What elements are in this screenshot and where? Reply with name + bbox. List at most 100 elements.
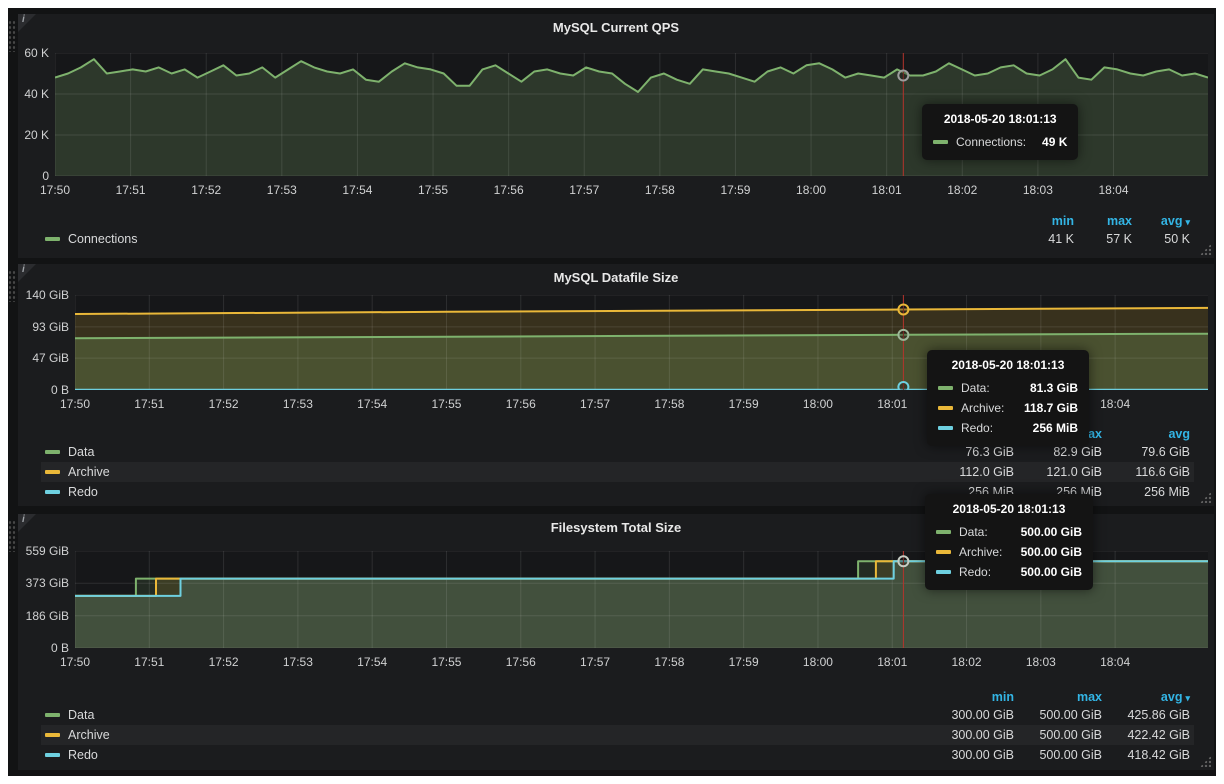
panel-resize-handle[interactable] xyxy=(1200,244,1211,255)
legend-stat-header-avg[interactable]: avg▾ xyxy=(1132,214,1190,228)
panel-drag-handle[interactable] xyxy=(8,520,17,552)
legend-series-label: Data xyxy=(68,445,94,459)
legend-stat-min: 300.00 GiB xyxy=(926,708,1014,722)
x-axis-label: 17:54 xyxy=(333,183,381,197)
y-axis-label: 40 K xyxy=(0,87,49,101)
chart-tooltip: 2018-05-20 18:01:13 Connections:49 K xyxy=(922,104,1078,160)
legend: minmaxavg▾Connections41 K57 K50 K xyxy=(41,212,1194,249)
x-axis-label: 17:51 xyxy=(125,655,173,669)
x-axis-label: 17:56 xyxy=(485,183,533,197)
tooltip-series-name: Archive: xyxy=(959,545,1002,559)
tooltip-series-name: Redo: xyxy=(959,565,991,579)
tooltip-series-color xyxy=(938,386,953,390)
y-axis-label: 559 GiB xyxy=(17,544,69,558)
x-axis-label: 17:57 xyxy=(560,183,608,197)
x-axis-label: 18:02 xyxy=(943,655,991,669)
chart-tooltip: 2018-05-20 18:01:13 Data:81.3 GiBArchive… xyxy=(927,350,1089,446)
x-axis-label: 17:53 xyxy=(274,397,322,411)
tooltip-series-name: Redo: xyxy=(961,421,993,435)
x-axis-label: 17:53 xyxy=(274,655,322,669)
legend-stat-header-avg[interactable]: avg xyxy=(1102,427,1190,441)
x-axis-label: 17:50 xyxy=(51,397,99,411)
tooltip-series-value: 81.3 GiB xyxy=(1014,381,1078,395)
tooltip-series-color xyxy=(938,406,953,410)
legend-stat-avg: 116.6 GiB xyxy=(1102,465,1190,479)
x-axis-label: 18:01 xyxy=(868,397,916,411)
legend-stat-max: 121.0 GiB xyxy=(1014,465,1102,479)
legend-series-label: Archive xyxy=(68,728,110,742)
x-axis-label: 17:56 xyxy=(497,397,545,411)
y-axis-label: 186 GiB xyxy=(17,609,69,623)
legend-stat-max: 500.00 GiB xyxy=(1014,728,1102,742)
x-axis-label: 17:59 xyxy=(720,397,768,411)
legend-series-toggle[interactable]: Connections xyxy=(45,232,138,246)
tooltip-series-color xyxy=(936,570,951,574)
panel-resize-handle[interactable] xyxy=(1200,756,1211,767)
x-axis-label: 17:59 xyxy=(720,655,768,669)
tooltip-series-row: Archive: 118.7 GiB xyxy=(938,398,1078,418)
legend-stat-header-avg[interactable]: avg▾ xyxy=(1102,690,1190,704)
x-axis-label: 18:00 xyxy=(794,655,842,669)
sort-caret-icon: ▾ xyxy=(1185,693,1190,703)
legend-series-color xyxy=(45,713,60,717)
legend-stat-max: 500.00 GiB xyxy=(1014,748,1102,762)
y-axis-label: 93 GiB xyxy=(17,320,69,334)
legend-series-toggle[interactable]: Redo xyxy=(45,748,98,762)
legend-stat-min: 112.0 GiB xyxy=(926,465,1014,479)
legend-stat-header-min[interactable]: min xyxy=(926,690,1014,704)
legend-series-toggle[interactable]: Redo xyxy=(45,485,98,499)
legend-series-toggle[interactable]: Archive xyxy=(45,465,110,479)
legend-series-color xyxy=(45,753,60,757)
legend-stat-avg: 79.6 GiB xyxy=(1102,445,1190,459)
legend-row-connections: Connections41 K57 K50 K xyxy=(41,229,1194,249)
y-axis-label: 0 B xyxy=(17,641,69,655)
panel-title[interactable]: MySQL Datafile Size xyxy=(18,270,1214,285)
legend-row-redo: Redo300.00 GiB500.00 GiB418.42 GiB xyxy=(41,745,1194,765)
tooltip-series-value: 118.7 GiB xyxy=(1008,401,1078,415)
tooltip-series-name: Data: xyxy=(959,525,988,539)
x-axis-label: 17:55 xyxy=(422,655,470,669)
grafana-dashboard: i MySQL Current QPS minmaxavg▾Connection… xyxy=(0,0,1224,784)
panel-title[interactable]: MySQL Current QPS xyxy=(18,20,1214,35)
legend-series-label: Connections xyxy=(68,232,138,246)
legend: minmaxavg▾Data300.00 GiB500.00 GiB425.86… xyxy=(41,688,1194,765)
x-axis-label: 18:02 xyxy=(938,183,986,197)
sort-caret-icon: ▾ xyxy=(1185,217,1190,227)
legend-series-toggle[interactable]: Data xyxy=(45,445,94,459)
legend-stat-avg: 422.42 GiB xyxy=(1102,728,1190,742)
tooltip-series-row: Redo:500.00 GiB xyxy=(936,562,1082,582)
legend-series-toggle[interactable]: Data xyxy=(45,708,94,722)
panel-drag-handle[interactable] xyxy=(8,270,17,302)
tooltip-series-color xyxy=(936,530,951,534)
legend-stat-min: 300.00 GiB xyxy=(926,748,1014,762)
legend-stat-avg: 50 K xyxy=(1132,232,1190,246)
x-axis-label: 17:57 xyxy=(571,397,619,411)
tooltip-series-name: Archive: xyxy=(961,401,1004,415)
legend-series-color xyxy=(45,733,60,737)
legend-stat-min: 41 K xyxy=(1016,232,1074,246)
x-axis-label: 18:00 xyxy=(794,397,842,411)
legend-stat-header-max[interactable]: max xyxy=(1014,690,1102,704)
tooltip-series-name: Connections: xyxy=(956,135,1026,149)
legend-series-color xyxy=(45,490,60,494)
legend-row-archive: Archive 112.0 GiB121.0 GiB116.6 GiB xyxy=(41,462,1194,482)
tooltip-timestamp: 2018-05-20 18:01:13 xyxy=(938,358,1078,372)
tooltip-series-row: Archive:500.00 GiB xyxy=(936,542,1082,562)
x-axis-label: 18:03 xyxy=(1017,655,1065,669)
tooltip-series-color xyxy=(936,550,951,554)
x-axis-label: 18:04 xyxy=(1091,655,1139,669)
x-axis-label: 18:01 xyxy=(868,655,916,669)
legend-series-label: Redo xyxy=(68,748,98,762)
legend-series-toggle[interactable]: Archive xyxy=(45,728,110,742)
legend-stat-header-max[interactable]: max xyxy=(1074,214,1132,228)
panel-resize-handle[interactable] xyxy=(1200,492,1211,503)
legend-stat-max: 82.9 GiB xyxy=(1014,445,1102,459)
x-axis-label: 17:52 xyxy=(200,397,248,411)
x-axis-label: 17:58 xyxy=(645,397,693,411)
tooltip-series-row: Connections:49 K xyxy=(933,132,1067,152)
legend-series-color xyxy=(45,237,60,241)
x-axis-label: 18:04 xyxy=(1089,183,1137,197)
tooltip-series-row: Redo:256 MiB xyxy=(938,418,1078,438)
x-axis-label: 18:01 xyxy=(863,183,911,197)
legend-stat-header-min[interactable]: min xyxy=(1016,214,1074,228)
